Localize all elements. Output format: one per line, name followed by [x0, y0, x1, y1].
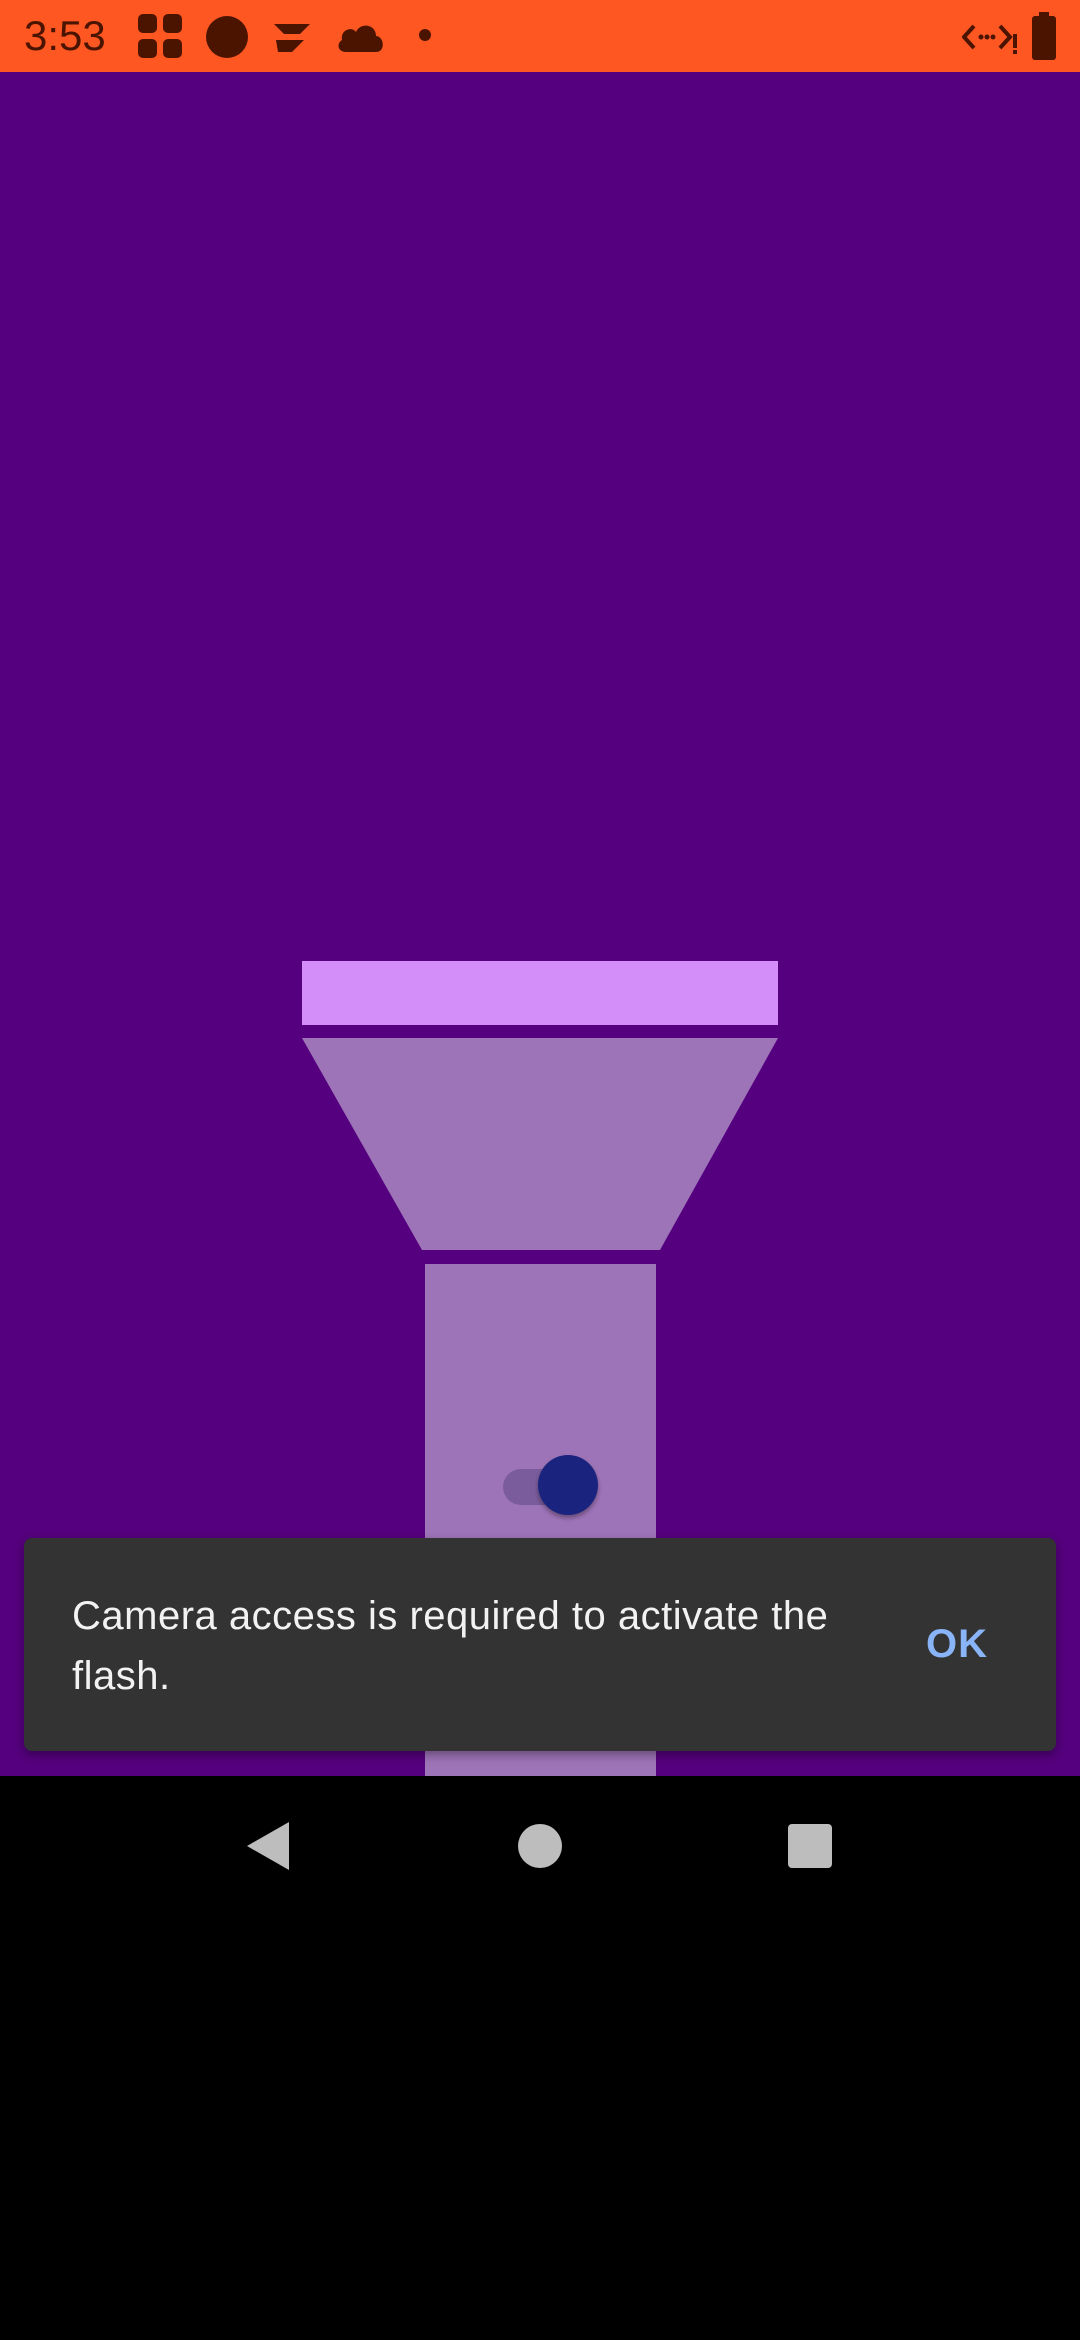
navigation-bar — [0, 1776, 1080, 1916]
dot-icon — [419, 29, 431, 41]
flashlight-lens — [302, 961, 778, 1025]
snackbar: Camera access is required to activate th… — [24, 1538, 1056, 1751]
recents-button[interactable] — [740, 1776, 880, 1916]
cloud-icon — [338, 25, 383, 52]
status-time: 3:53 — [24, 12, 106, 59]
back-icon — [247, 1822, 289, 1870]
snackbar-message: Camera access is required to activate th… — [72, 1594, 829, 1698]
code-icon — [962, 24, 1017, 54]
logo-icon — [274, 24, 310, 52]
circle-icon — [206, 16, 248, 58]
flashlight-screen — [0, 72, 1080, 1776]
status-bar: 3:53 — [0, 0, 1080, 72]
home-button[interactable] — [470, 1776, 610, 1916]
battery-icon — [1032, 12, 1056, 60]
home-icon — [518, 1824, 562, 1868]
switch-thumb — [538, 1455, 598, 1515]
snackbar-ok-button[interactable]: OK — [926, 1616, 988, 1672]
flashlight-head — [302, 1038, 778, 1250]
back-button[interactable] — [197, 1776, 337, 1916]
recents-icon — [788, 1824, 832, 1868]
flash-toggle-switch[interactable] — [503, 1452, 603, 1516]
app-grid-icon — [138, 14, 182, 58]
